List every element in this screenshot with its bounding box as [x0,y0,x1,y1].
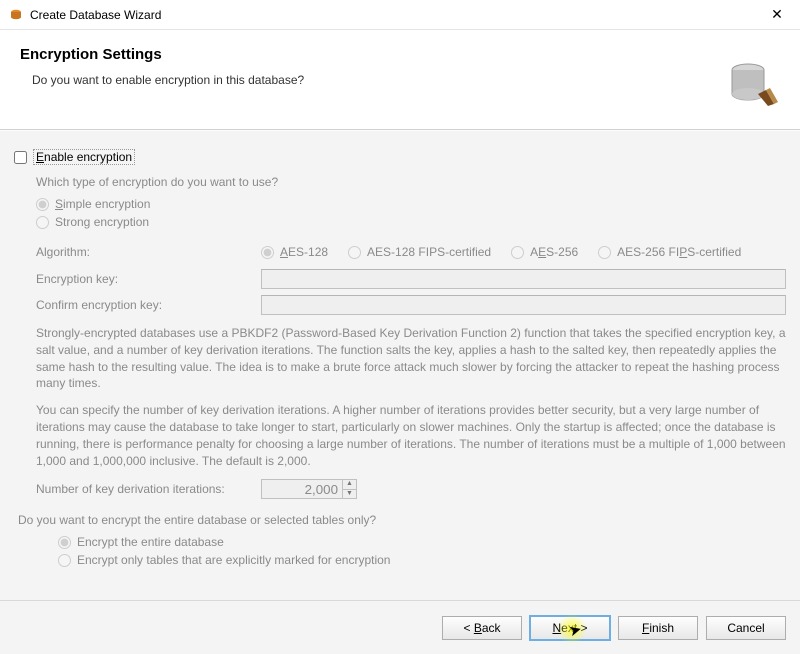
scope-options: Encrypt the entire database Encrypt only… [36,535,786,567]
iterations-row: Number of key derivation iterations: ▲ ▼ [36,479,786,499]
cancel-button[interactable]: Cancel [706,616,786,640]
encrypt-entire-option[interactable]: Encrypt the entire database [58,535,786,549]
strong-encryption-label: Strong encryption [55,215,149,229]
confirm-key-input[interactable] [261,295,786,315]
encrypt-marked-option[interactable]: Encrypt only tables that are explicitly … [58,553,786,567]
encryption-key-row: Encryption key: [36,269,786,289]
back-button[interactable]: < Back [442,616,522,640]
spinner-down-icon[interactable]: ▼ [343,490,356,499]
spinner-up-icon[interactable]: ▲ [343,480,356,490]
encrypt-marked-label: Encrypt only tables that are explicitly … [77,553,390,567]
enable-encryption-row[interactable]: Enable encryption [14,149,786,165]
simple-encryption-option[interactable]: Simple encryption [36,197,786,211]
page-subtitle: Do you want to enable encryption in this… [32,73,780,87]
titlebar: Create Database Wizard ✕ [0,0,800,30]
encryption-scope-question: Do you want to encrypt the entire databa… [18,513,786,527]
encrypt-entire-label: Encrypt the entire database [77,535,224,549]
encrypt-marked-radio[interactable] [58,554,71,567]
close-button[interactable]: ✕ [762,3,792,27]
app-icon [8,7,24,23]
description-paragraph-1: Strongly-encrypted databases use a PBKDF… [36,325,786,392]
confirm-key-row: Confirm encryption key: [36,295,786,315]
iterations-input[interactable] [262,480,342,498]
page-heading: Encryption Settings [20,46,780,63]
algorithm-options: AES-128 AES-128 FIPS-certified AES-256 A… [261,245,741,259]
aes-256-option[interactable]: AES-256 [511,245,578,259]
aes-128-option[interactable]: AES-128 [261,245,328,259]
strong-encryption-radio[interactable] [36,216,49,229]
wizard-header: Encryption Settings Do you want to enabl… [0,30,800,130]
content-panel: Enable encryption Which type of encrypti… [0,130,800,600]
encryption-key-label: Encryption key: [36,272,261,286]
enable-encryption-checkbox[interactable] [14,151,27,164]
simple-encryption-radio[interactable] [36,198,49,211]
encryption-type-question: Which type of encryption do you want to … [36,175,786,189]
confirm-key-label: Confirm encryption key: [36,298,261,312]
strong-encryption-option[interactable]: Strong encryption [36,215,786,229]
algorithm-row: Algorithm: AES-128 AES-128 FIPS-certifie… [36,245,786,259]
encrypt-entire-radio[interactable] [58,536,71,549]
simple-encryption-label: Simple encryption [55,197,150,211]
window-title: Create Database Wizard [30,8,762,22]
button-bar: < Back Next > ➤ Finish Cancel [0,600,800,654]
algorithm-label: Algorithm: [36,245,261,259]
finish-button[interactable]: Finish [618,616,698,640]
encryption-options-section: Which type of encryption do you want to … [14,175,786,499]
iterations-label: Number of key derivation iterations: [36,482,261,496]
encryption-key-input[interactable] [261,269,786,289]
aes-128-fips-option[interactable]: AES-128 FIPS-certified [348,245,491,259]
description-paragraph-2: You can specify the number of key deriva… [36,402,786,469]
database-graphic-icon [722,54,782,114]
iterations-spinner[interactable]: ▲ ▼ [261,479,357,499]
enable-encryption-label[interactable]: Enable encryption [33,149,135,165]
next-button[interactable]: Next > ➤ [530,616,610,640]
aes-256-fips-option[interactable]: AES-256 FIPS-certified [598,245,741,259]
